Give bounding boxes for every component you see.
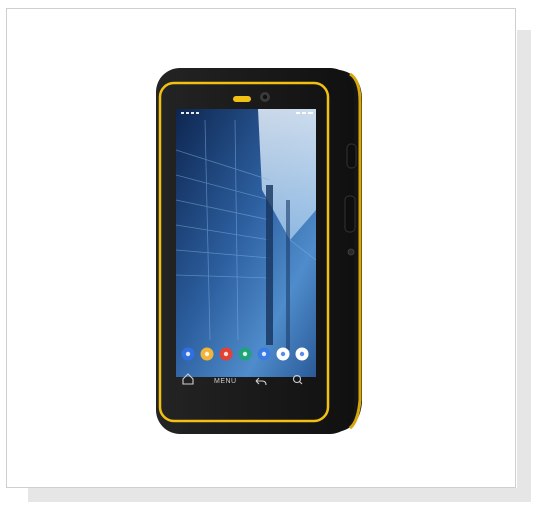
menu-key: MENU [214, 378, 237, 385]
rugged-tablet-photo: MENU [156, 68, 362, 434]
side-port [347, 248, 355, 256]
earpiece [233, 96, 251, 102]
side-button-upper [346, 143, 357, 169]
side-button-middle [344, 195, 356, 233]
